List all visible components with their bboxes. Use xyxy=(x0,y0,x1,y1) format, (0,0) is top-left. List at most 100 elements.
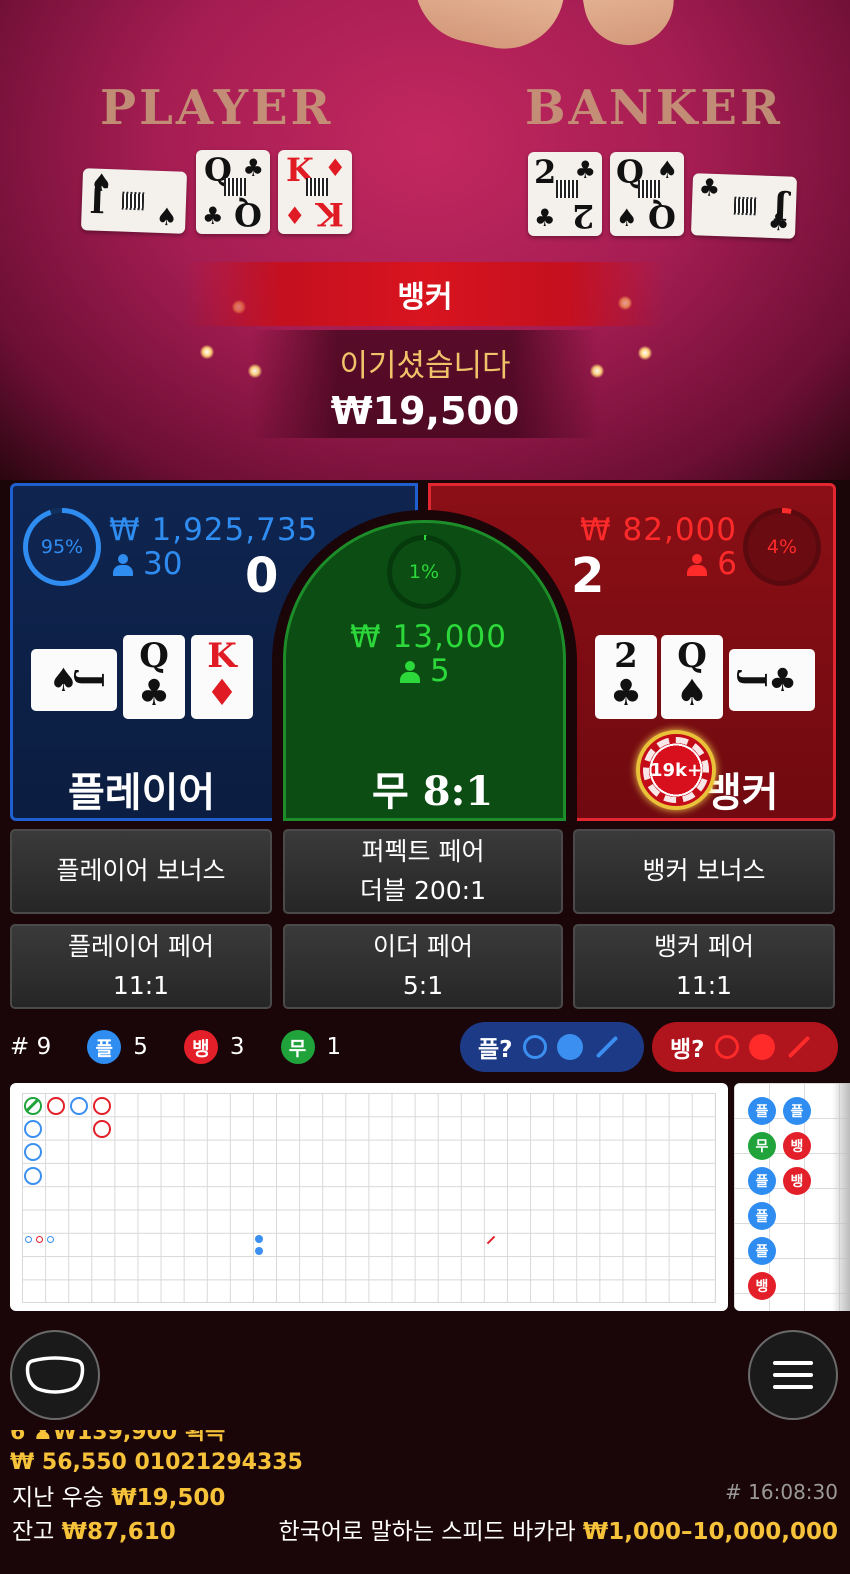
tie-percent: 1% xyxy=(408,561,440,583)
player-predict-button[interactable]: 플? xyxy=(460,1022,644,1072)
sparkle-icon xyxy=(200,345,214,359)
derived-road-mark xyxy=(36,1236,43,1243)
bead-banker: 뱅 xyxy=(783,1132,811,1160)
dealer-hand-left xyxy=(403,0,567,60)
balance: 잔고 ₩87,610 xyxy=(12,1519,176,1545)
player-percent: 95% xyxy=(40,536,84,558)
road-tie-mark xyxy=(24,1097,42,1115)
banker-bettor-count: 6 xyxy=(687,546,737,582)
table-player-card-3: K ♦ ♦ K xyxy=(278,150,352,234)
either-pair-button[interactable]: 이더 페어 5:1 xyxy=(283,924,563,1009)
predict-slash-icon xyxy=(595,1035,618,1059)
placed-chip[interactable]: 19k+ xyxy=(636,730,716,810)
tie-badge: 무 xyxy=(280,1030,315,1064)
bead-player: 플 xyxy=(748,1097,776,1125)
bead-player: 플 xyxy=(748,1237,776,1265)
win-message: 이기셨습니다 ₩19,500 xyxy=(250,330,600,438)
bead-banker: 뱅 xyxy=(748,1272,776,1300)
bead-tie: 무 xyxy=(748,1132,776,1160)
table-player-label: PLAYER xyxy=(100,80,334,136)
predict-dot-icon xyxy=(748,1034,775,1060)
table-banker-card-2: Q ♠ ♠ Q xyxy=(610,152,684,236)
bead-player: 플 xyxy=(783,1097,811,1125)
tie-bet-label: 무 8:1 xyxy=(372,768,494,815)
person-icon xyxy=(400,661,420,683)
big-road[interactable] xyxy=(10,1083,728,1311)
table-player-card-2: Q ♣ ♣ Q xyxy=(196,150,270,234)
banker-percent: 4% xyxy=(766,536,798,558)
player-total-amount: ₩ 1,925,735 xyxy=(109,512,319,548)
tie-total-amount: ₩ 13,000 xyxy=(350,619,507,655)
sparkle-icon xyxy=(638,346,652,360)
road-player-mark xyxy=(24,1143,42,1161)
banker-percent-ring: 4% xyxy=(743,508,821,586)
banker-total-amount: ₩ 82,000 xyxy=(580,512,737,548)
table-info: 한국어로 말하는 스피드 바카라 ₩1,000–10,000,000 xyxy=(279,1512,838,1546)
live-video: PLAYER BANKER J ♠ ♠ Q ♣ ♣ Q K ♦ ♦ K 2 ♣ … xyxy=(0,0,850,480)
player-win-count: 5 xyxy=(133,1034,148,1060)
bead-banker: 뱅 xyxy=(783,1167,811,1195)
predict-ring-icon xyxy=(714,1035,739,1059)
bet-limits: ₩1,000–10,000,000 xyxy=(582,1519,838,1545)
predict-slash-icon xyxy=(787,1035,810,1059)
table-banker-card-1: 2 ♣ ♣ 2 xyxy=(528,152,602,236)
player-score: 0 xyxy=(245,548,279,604)
banker-bet-label: 뱅커 xyxy=(705,770,779,816)
round-number: # 9 xyxy=(10,1034,52,1060)
table-icon xyxy=(25,1356,85,1394)
player-percent-ring: 95% xyxy=(23,508,101,586)
table-player-card-1: J ♠ ♠ xyxy=(80,167,188,234)
road-player-mark xyxy=(70,1097,88,1115)
winners-ticker: 6 ♟₩139,900 획득 ₩ 56,550 01021294335 xyxy=(10,1430,303,1475)
table-view-button[interactable] xyxy=(10,1330,100,1420)
hamburger-icon xyxy=(773,1361,813,1389)
person-icon xyxy=(113,554,133,576)
bead-player: 플 xyxy=(748,1202,776,1230)
road-grid xyxy=(22,1093,716,1303)
banker-card-1: 2 ♣ xyxy=(595,635,657,719)
player-bonus-button[interactable]: 플레이어 보너스 xyxy=(10,829,272,914)
banker-card-2: Q ♠ xyxy=(661,635,723,719)
road-banker-mark xyxy=(93,1120,111,1138)
tie-percent-ring: 1% xyxy=(387,535,461,609)
small-road-mark xyxy=(255,1235,263,1243)
derived-road-mark xyxy=(47,1236,54,1243)
player-card-1: ♠ J xyxy=(31,649,117,711)
banker-bonus-button[interactable]: 뱅커 보너스 xyxy=(573,829,835,914)
player-card-2: Q ♣ xyxy=(123,635,185,719)
small-road-mark xyxy=(255,1247,263,1255)
road-player-mark xyxy=(24,1167,42,1185)
win-text: 이기셨습니다 xyxy=(339,348,511,384)
perfect-pair-button[interactable]: 퍼펙트 페어 더블 200:1 xyxy=(283,829,563,914)
banker-predict-button[interactable]: 뱅? xyxy=(652,1022,838,1072)
person-icon xyxy=(687,554,708,576)
road-banker-mark xyxy=(47,1097,65,1115)
banker-win-count: 3 xyxy=(229,1034,245,1060)
last-win: 지난 우승 ₩19,500 xyxy=(12,1485,226,1511)
tie-bettor-count: 5 xyxy=(400,653,450,689)
predict-dot-icon xyxy=(556,1034,583,1060)
clock: # 16:08:30 xyxy=(725,1480,838,1504)
road-player-mark xyxy=(24,1120,42,1138)
tie-win-count: 1 xyxy=(326,1034,342,1060)
derived-road-mark xyxy=(25,1236,32,1243)
player-bet-label: 플레이어 xyxy=(68,770,216,816)
banker-pair-button[interactable]: 뱅커 페어 11:1 xyxy=(573,924,835,1009)
road-banker-mark xyxy=(93,1097,111,1115)
table-banker-label: BANKER xyxy=(525,80,783,136)
tie-bet-spot[interactable]: 1% ₩ 13,000 5 무 8:1 xyxy=(283,520,566,821)
winner-banner: 뱅커 xyxy=(185,262,665,326)
predict-ring-icon xyxy=(522,1035,547,1059)
win-amount: ₩19,500 xyxy=(330,389,520,433)
banker-badge: 뱅 xyxy=(183,1030,218,1064)
menu-button[interactable] xyxy=(748,1330,838,1420)
dealer-hand-right xyxy=(579,0,681,53)
player-badge: 플 xyxy=(87,1030,122,1064)
bead-player: 플 xyxy=(748,1167,776,1195)
player-pair-button[interactable]: 플레이어 페어 11:1 xyxy=(10,924,272,1009)
table-banker-card-3: ♣ J ♣ xyxy=(690,172,798,239)
player-card-3: K ♦ xyxy=(191,635,253,719)
round-stats: # 9 플 5 뱅 3 무 1 xyxy=(10,1022,341,1072)
table-name: 한국어로 말하는 스피드 바카라 xyxy=(278,1519,576,1545)
bead-road[interactable]: 플 무 플 플 플 뱅 플 뱅 뱅 xyxy=(734,1083,850,1311)
